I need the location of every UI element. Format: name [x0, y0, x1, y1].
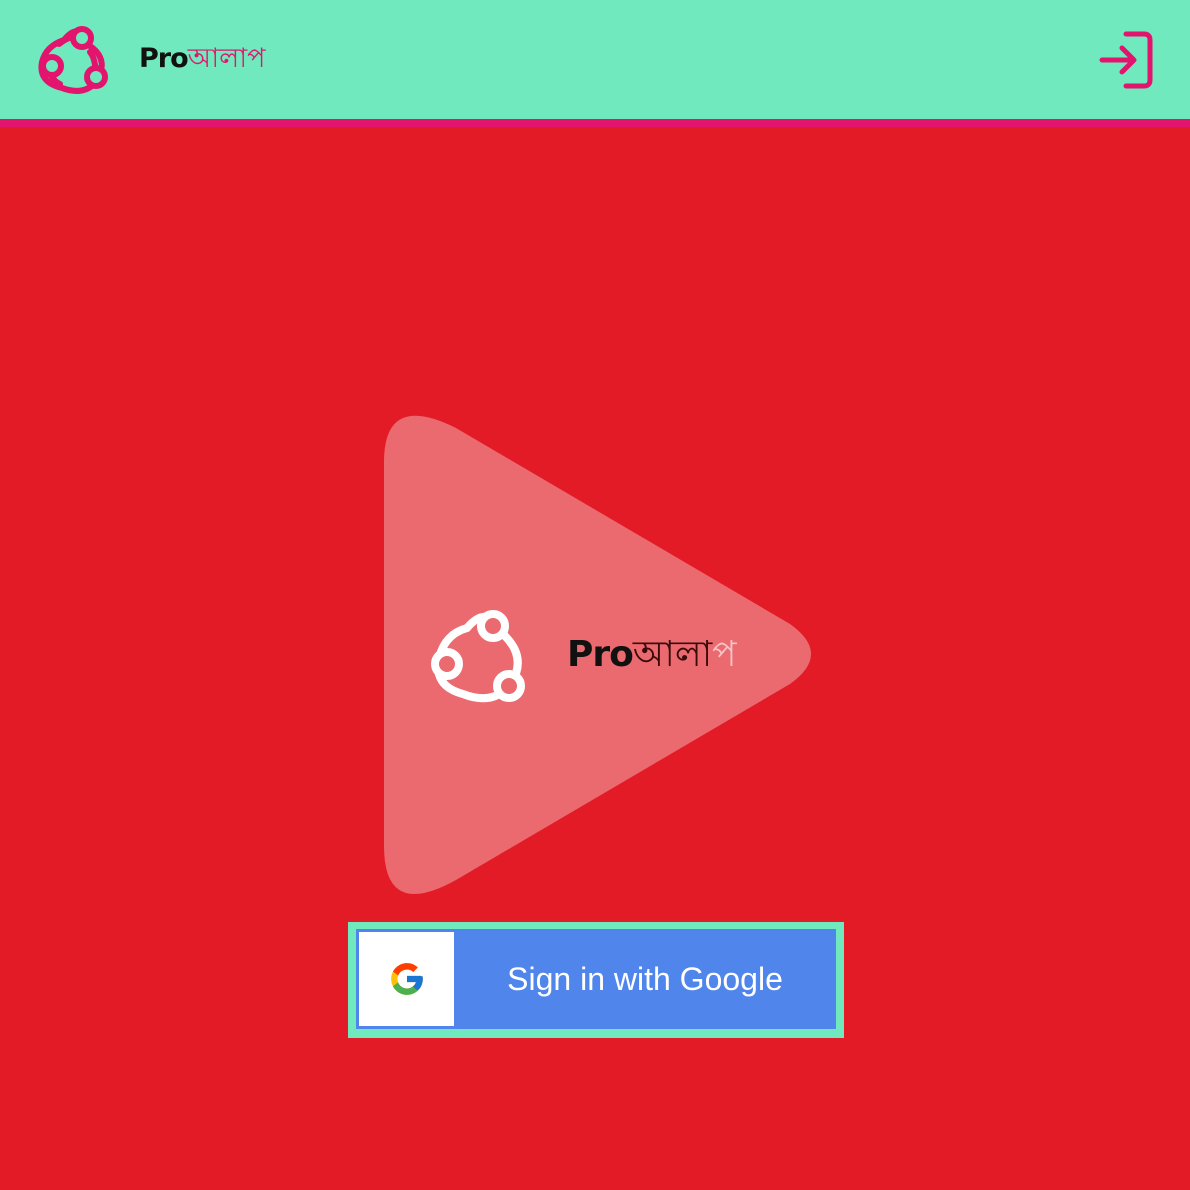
brand-bengali: আলাপ [187, 43, 266, 74]
hero-brand-text: Proআলাপ [567, 628, 737, 682]
hero-brand-bengali: আলাপ [633, 634, 737, 675]
hero-brand-bengali-fade: প [712, 634, 737, 675]
network-nodes-icon [34, 22, 114, 96]
google-signin-label: Sign in with Google [507, 961, 783, 997]
brand-logo-text: Proআলাপ [139, 36, 265, 82]
app-header: Proআলাপ [0, 0, 1190, 127]
login-button[interactable] [1098, 30, 1154, 90]
hero-brand-bengali-main: আলা [632, 634, 713, 675]
network-nodes-icon [427, 602, 533, 708]
google-icon-box [359, 932, 454, 1026]
hero-brand-latin: Pro [567, 634, 634, 675]
google-signin-button[interactable]: Sign in with Google [356, 929, 836, 1029]
login-arrow-icon [1099, 31, 1153, 89]
brand-latin: Pro [139, 43, 189, 74]
google-g-icon [391, 963, 423, 995]
